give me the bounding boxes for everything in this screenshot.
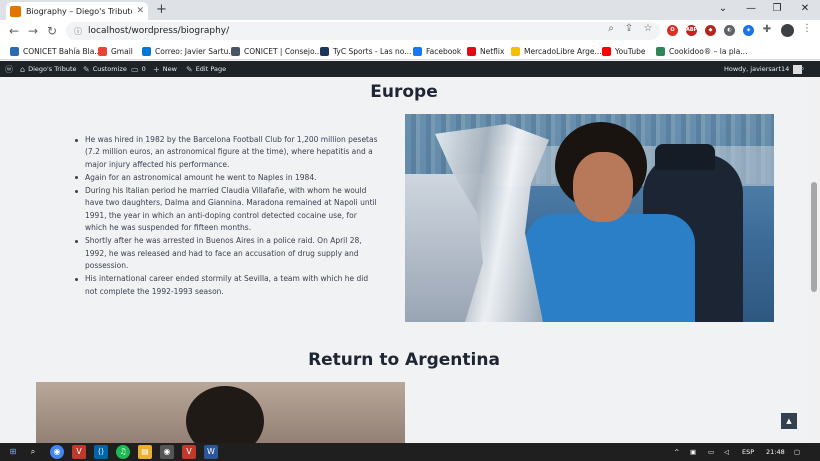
home-icon: ⌂ xyxy=(20,64,26,74)
admin-search-icon[interactable]: ⌕ xyxy=(800,61,807,77)
network-icon[interactable]: ▣ xyxy=(690,443,696,461)
tray-chevron-icon[interactable]: ^ xyxy=(674,443,679,461)
vivaldi2-taskbar-icon[interactable]: V xyxy=(182,445,196,459)
scrollbar-thumb[interactable] xyxy=(811,182,817,292)
youtube-icon xyxy=(602,46,611,56)
back-arrow-icon[interactable]: ← xyxy=(6,23,22,39)
comment-icon: ▭ xyxy=(131,64,139,74)
pencil-icon: ✎ xyxy=(186,64,193,74)
page-content: Europe He was hired in 1982 by the Barce… xyxy=(0,77,808,443)
more-menu-icon[interactable]: ⋮ xyxy=(800,23,814,35)
close-window-button[interactable]: ✕ xyxy=(792,0,818,20)
bookmark-star-icon[interactable]: ☆ xyxy=(641,23,655,35)
bookmark-item[interactable]: TyC Sports - Las no... xyxy=(320,44,411,58)
bookmark-item[interactable]: Facebook xyxy=(413,44,461,58)
tyc-icon xyxy=(320,46,329,56)
list-item: His international career ended stormily … xyxy=(72,273,378,298)
browser-tab-biography[interactable]: Biography – Diego's Tribute ✕ xyxy=(6,2,148,20)
cookidoo-icon xyxy=(656,46,665,56)
list-item: Shortly after he was arrested in Buenos … xyxy=(72,235,378,272)
info-icon[interactable]: ⓘ xyxy=(74,26,82,37)
return-to-argentina-heading: Return to Argentina xyxy=(308,350,500,370)
maximize-button[interactable]: ❐ xyxy=(764,0,790,20)
blue-extension-icon[interactable]: ◈ xyxy=(743,25,754,36)
tab-search-icon[interactable]: ⌄ xyxy=(710,0,736,20)
netflix-icon xyxy=(467,46,476,56)
admin-howdy[interactable]: Howdy, javiersart14 xyxy=(724,61,803,77)
share-icon[interactable]: ⇪ xyxy=(622,23,636,35)
tab-strip: Biography – Diego's Tribute ✕ + ⌄ — ❐ ✕ xyxy=(0,0,820,20)
file-explorer-taskbar-icon[interactable]: ▤ xyxy=(138,445,152,459)
taskbar-search-icon[interactable]: ⌕ xyxy=(26,445,40,459)
windows-start-icon[interactable]: ⊞ xyxy=(6,445,20,459)
bookmark-item[interactable]: Cookidoo® – la pla... xyxy=(656,44,747,58)
bookmark-item[interactable]: CONICET Bahía Bla... xyxy=(10,44,101,58)
site-favicon-icon xyxy=(10,5,21,17)
clock-time[interactable]: 21:48 xyxy=(766,443,785,461)
address-bar[interactable]: ⓘ localhost/wordpress/biography/ xyxy=(66,22,660,40)
admin-comments[interactable]: ▭ 0 xyxy=(131,61,146,77)
list-item: During his Italian period he married Cla… xyxy=(72,185,378,234)
keyboard-language[interactable]: ESP xyxy=(742,443,754,461)
reload-icon[interactable]: ↻ xyxy=(44,23,60,39)
europe-heading: Europe xyxy=(370,82,438,102)
argentina-photo xyxy=(36,382,405,443)
wordpress-logo-icon[interactable]: ⓦ xyxy=(5,61,16,77)
new-tab-button[interactable]: + xyxy=(156,2,167,18)
bookmark-item[interactable]: MercadoLibre Arge... xyxy=(511,44,602,58)
forward-arrow-icon[interactable]: → xyxy=(25,23,41,39)
chrome-taskbar-icon[interactable]: ◉ xyxy=(50,445,64,459)
photo-police-cap xyxy=(655,144,715,170)
bookmark-favicon-icon xyxy=(231,46,240,56)
spotify-taskbar-icon[interactable]: ♫ xyxy=(116,445,130,459)
bookmark-item[interactable]: Netflix xyxy=(467,44,504,58)
list-item: He was hired in 1982 by the Barcelona Fo… xyxy=(72,134,378,171)
vivaldi-taskbar-icon[interactable]: V xyxy=(72,445,86,459)
extensions-puzzle-icon[interactable]: ✚ xyxy=(760,24,774,36)
vscode-taskbar-icon[interactable]: ⟨⟩ xyxy=(94,445,108,459)
admin-edit-page[interactable]: ✎ Edit Page xyxy=(186,61,226,77)
extension-red-icon[interactable]: ◆ xyxy=(705,25,716,36)
wp-admin-bar: ⓦ ⌂ Diego's Tribute ✎ Customize ▭ 0 + New ✎ E… xyxy=(0,61,820,77)
windows-taskbar: ⊞ ⌕ ◉ V ⟨⟩ ♫ ▤ ◉ V W ^ ▣ ▭ ◁ ESP 21:48 ▢ xyxy=(0,443,820,461)
page-scrollbar[interactable] xyxy=(808,77,820,443)
photo2-head xyxy=(186,386,264,443)
mercadolibre-icon xyxy=(511,46,520,56)
notifications-icon[interactable]: ▢ xyxy=(794,443,800,461)
dark-extension-icon[interactable]: ◐ xyxy=(724,25,735,36)
admin-customize[interactable]: ✎ Customize xyxy=(83,61,127,77)
facebook-icon xyxy=(413,46,422,56)
bookmark-item[interactable]: Gmail xyxy=(98,44,133,58)
gmail-icon xyxy=(98,46,107,56)
plus-icon: + xyxy=(153,64,160,74)
opera-extension-icon[interactable]: O xyxy=(667,25,678,36)
europe-bullet-list: He was hired in 1982 by the Barcelona Fo… xyxy=(72,134,378,299)
adblock-extension-icon[interactable]: ABP xyxy=(686,25,697,36)
bookmark-item[interactable]: CONICET | Consejo... xyxy=(231,44,322,58)
battery-icon[interactable]: ▭ xyxy=(708,443,714,461)
word-taskbar-icon[interactable]: W xyxy=(204,445,218,459)
bookmark-favicon-icon xyxy=(10,46,19,56)
admin-new[interactable]: + New xyxy=(153,61,177,77)
search-icon[interactable]: ⌕ xyxy=(604,23,618,35)
close-tab-icon[interactable]: ✕ xyxy=(136,6,144,16)
bookmark-item[interactable]: Correo: Javier Sartu... xyxy=(142,44,236,58)
minimize-button[interactable]: — xyxy=(738,0,764,20)
volume-icon[interactable]: ◁ xyxy=(724,443,729,461)
photo-face xyxy=(573,152,633,222)
photo-blue-shirt xyxy=(525,214,695,322)
list-item: Again for an astronomical amount he went… xyxy=(72,172,378,184)
url-text: localhost/wordpress/biography/ xyxy=(88,26,230,36)
chrome-active-taskbar-icon[interactable]: ◉ xyxy=(160,445,174,459)
maradona-cup-photo xyxy=(405,114,774,322)
bookmarks-bar: CONICET Bahía Bla... Gmail Correo: Javie… xyxy=(0,42,820,60)
tab-title: Biography – Diego's Tribute xyxy=(26,6,133,16)
bookmark-item[interactable]: YouTube xyxy=(602,44,646,58)
outlook-icon xyxy=(142,46,151,56)
scroll-to-top-button[interactable]: ▲ xyxy=(781,413,797,429)
brush-icon: ✎ xyxy=(83,64,90,74)
browser-toolbar: ← → ↻ ⓘ localhost/wordpress/biography/ ⌕… xyxy=(0,20,820,42)
profile-avatar[interactable] xyxy=(781,24,794,37)
admin-site-name[interactable]: ⌂ Diego's Tribute xyxy=(20,61,77,77)
